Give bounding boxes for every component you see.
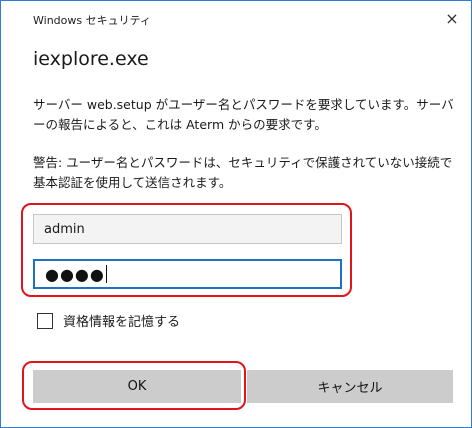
window-title: Windows セキュリティ <box>33 14 151 27</box>
remember-label: 資格情報を記憶する <box>63 315 181 330</box>
app-name: iexplore.exe <box>33 48 149 70</box>
password-field[interactable]: ●●●● <box>33 259 342 289</box>
remember-checkbox[interactable] <box>37 312 53 329</box>
username-value: admin <box>44 221 85 237</box>
ok-button[interactable]: OK <box>33 370 241 403</box>
remember-credentials[interactable]: 資格情報を記憶する <box>37 311 180 330</box>
text-caret <box>105 265 107 283</box>
warning-message: 警告: ユーザー名とパスワードは、セキュリティで保護されていない接続で基本認証を… <box>33 155 453 190</box>
username-field[interactable]: admin <box>33 214 342 244</box>
close-icon: × <box>445 8 459 28</box>
cancel-button[interactable]: キャンセル <box>247 370 453 403</box>
password-mask: ●●●● <box>45 264 105 284</box>
request-message: サーバー web.setup がユーザー名とパスワードを要求しています。サーバー… <box>33 97 454 132</box>
close-button[interactable]: × <box>441 7 463 29</box>
security-dialog: Windows セキュリティ × iexplore.exe サーバー web.s… <box>0 0 472 428</box>
